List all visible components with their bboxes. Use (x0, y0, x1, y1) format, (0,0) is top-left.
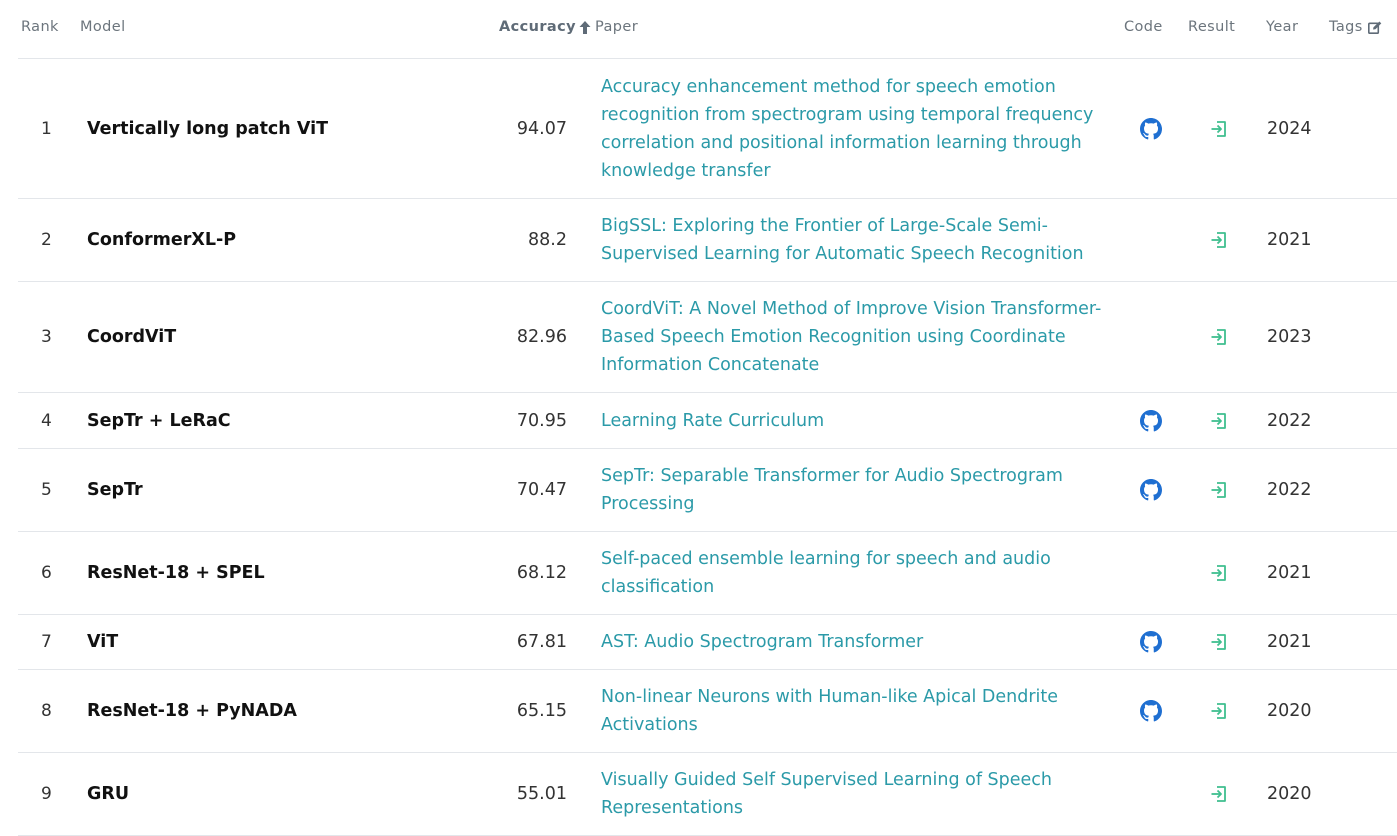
table-body: 1 Vertically long patch ViT 94.07 Accura… (18, 59, 1397, 836)
year-cell: 2021 (1267, 563, 1312, 583)
table-row: 5 SepTr 70.47 SepTr: Separable Transform… (18, 449, 1397, 532)
accuracy-value: 94.07 (516, 118, 567, 139)
paper-link[interactable]: AST: Audio Spectrogram Transformer (601, 628, 1111, 656)
github-icon[interactable] (1140, 479, 1162, 501)
edit-icon[interactable] (1367, 21, 1382, 34)
header-accuracy-label: Accuracy (499, 19, 576, 35)
table-row: 4 SepTr + LeRaC 70.95 Learning Rate Curr… (18, 393, 1397, 449)
accuracy-value: 70.95 (516, 410, 567, 431)
accuracy-value: 88.2 (528, 230, 567, 250)
rank-cell: 8 (41, 701, 52, 721)
header-rank[interactable]: Rank (21, 19, 59, 35)
rank-cell: 9 (41, 784, 52, 804)
accuracy-value: 68.12 (516, 563, 567, 583)
paper-link[interactable]: BigSSL: Exploring the Frontier of Large-… (601, 212, 1111, 268)
year-cell: 2022 (1267, 480, 1312, 500)
model-name[interactable]: SepTr (87, 480, 143, 500)
rank-cell: 6 (41, 563, 52, 583)
accuracy-value: 82.96 (516, 327, 567, 347)
result-enter-icon[interactable] (1209, 411, 1229, 431)
github-icon[interactable] (1140, 700, 1162, 722)
accuracy-value: 55.01 (516, 784, 567, 804)
sort-arrow-up-icon (579, 20, 591, 34)
header-model[interactable]: Model (80, 19, 126, 35)
result-enter-icon[interactable] (1209, 230, 1229, 250)
year-cell: 2024 (1267, 118, 1312, 139)
rank-cell: 7 (41, 632, 52, 652)
model-name[interactable]: ResNet-18 + PyNADA (87, 701, 297, 721)
paper-link[interactable]: Accuracy enhancement method for speech e… (601, 73, 1111, 185)
result-enter-icon[interactable] (1209, 632, 1229, 652)
paper-link[interactable]: Learning Rate Curriculum (601, 407, 1111, 435)
accuracy-value: 65.15 (516, 701, 567, 721)
result-enter-icon[interactable] (1209, 701, 1229, 721)
github-icon[interactable] (1140, 117, 1162, 140)
github-icon[interactable] (1140, 409, 1162, 432)
model-name[interactable]: ConformerXL-P (87, 230, 236, 250)
rank-cell: 1 (41, 118, 52, 139)
year-cell: 2021 (1267, 230, 1312, 250)
result-enter-icon[interactable] (1209, 563, 1229, 583)
header-code[interactable]: Code (1124, 19, 1163, 35)
model-name[interactable]: SepTr + LeRaC (87, 411, 231, 431)
rank-cell: 5 (41, 480, 52, 500)
table-row: 8 ResNet-18 + PyNADA 65.15 Non-linear Ne… (18, 670, 1397, 753)
leaderboard-table: Rank Model Accuracy Paper Code Result Ye… (18, 0, 1397, 836)
table-row: 9 GRU 55.01 Visually Guided Self Supervi… (18, 753, 1397, 836)
year-cell: 2020 (1267, 701, 1312, 721)
header-result[interactable]: Result (1188, 19, 1235, 35)
header-paper[interactable]: Paper (595, 19, 638, 35)
table-header: Rank Model Accuracy Paper Code Result Ye… (18, 0, 1397, 59)
table-row: 3 CoordViT 82.96 CoordViT: A Novel Metho… (18, 282, 1397, 393)
paper-link[interactable]: Non-linear Neurons with Human-like Apica… (601, 683, 1111, 739)
header-tags[interactable]: Tags (1329, 19, 1382, 35)
result-enter-icon[interactable] (1209, 784, 1229, 804)
year-cell: 2020 (1267, 784, 1312, 804)
header-year[interactable]: Year (1266, 19, 1298, 35)
table-row: 2 ConformerXL-P 88.2 BigSSL: Exploring t… (18, 199, 1397, 282)
table-row: 1 Vertically long patch ViT 94.07 Accura… (18, 59, 1397, 199)
paper-link[interactable]: CoordViT: A Novel Method of Improve Visi… (601, 295, 1111, 379)
github-icon[interactable] (1140, 631, 1162, 653)
result-enter-icon[interactable] (1209, 480, 1229, 500)
paper-link[interactable]: SepTr: Separable Transformer for Audio S… (601, 462, 1111, 518)
table-row: 6 ResNet-18 + SPEL 68.12 Self-paced ense… (18, 532, 1397, 615)
model-name[interactable]: GRU (87, 784, 129, 804)
result-enter-icon[interactable] (1209, 327, 1229, 347)
accuracy-value: 70.47 (516, 480, 567, 500)
header-accuracy-sort[interactable]: Accuracy (499, 19, 591, 35)
result-enter-icon[interactable] (1209, 119, 1229, 139)
model-name[interactable]: Vertically long patch ViT (87, 119, 328, 139)
rank-cell: 4 (41, 410, 52, 431)
year-cell: 2021 (1267, 632, 1312, 652)
rank-cell: 3 (41, 327, 52, 347)
year-cell: 2023 (1267, 327, 1312, 347)
year-cell: 2022 (1267, 410, 1312, 431)
paper-link[interactable]: Visually Guided Self Supervised Learning… (601, 766, 1111, 822)
accuracy-value: 67.81 (516, 632, 567, 652)
model-name[interactable]: CoordViT (87, 327, 176, 347)
header-tags-label: Tags (1329, 19, 1363, 35)
model-name[interactable]: ResNet-18 + SPEL (87, 563, 265, 583)
rank-cell: 2 (41, 230, 52, 250)
table-row: 7 ViT 67.81 AST: Audio Spectrogram Trans… (18, 615, 1397, 670)
paper-link[interactable]: Self-paced ensemble learning for speech … (601, 545, 1111, 601)
model-name[interactable]: ViT (87, 632, 118, 652)
